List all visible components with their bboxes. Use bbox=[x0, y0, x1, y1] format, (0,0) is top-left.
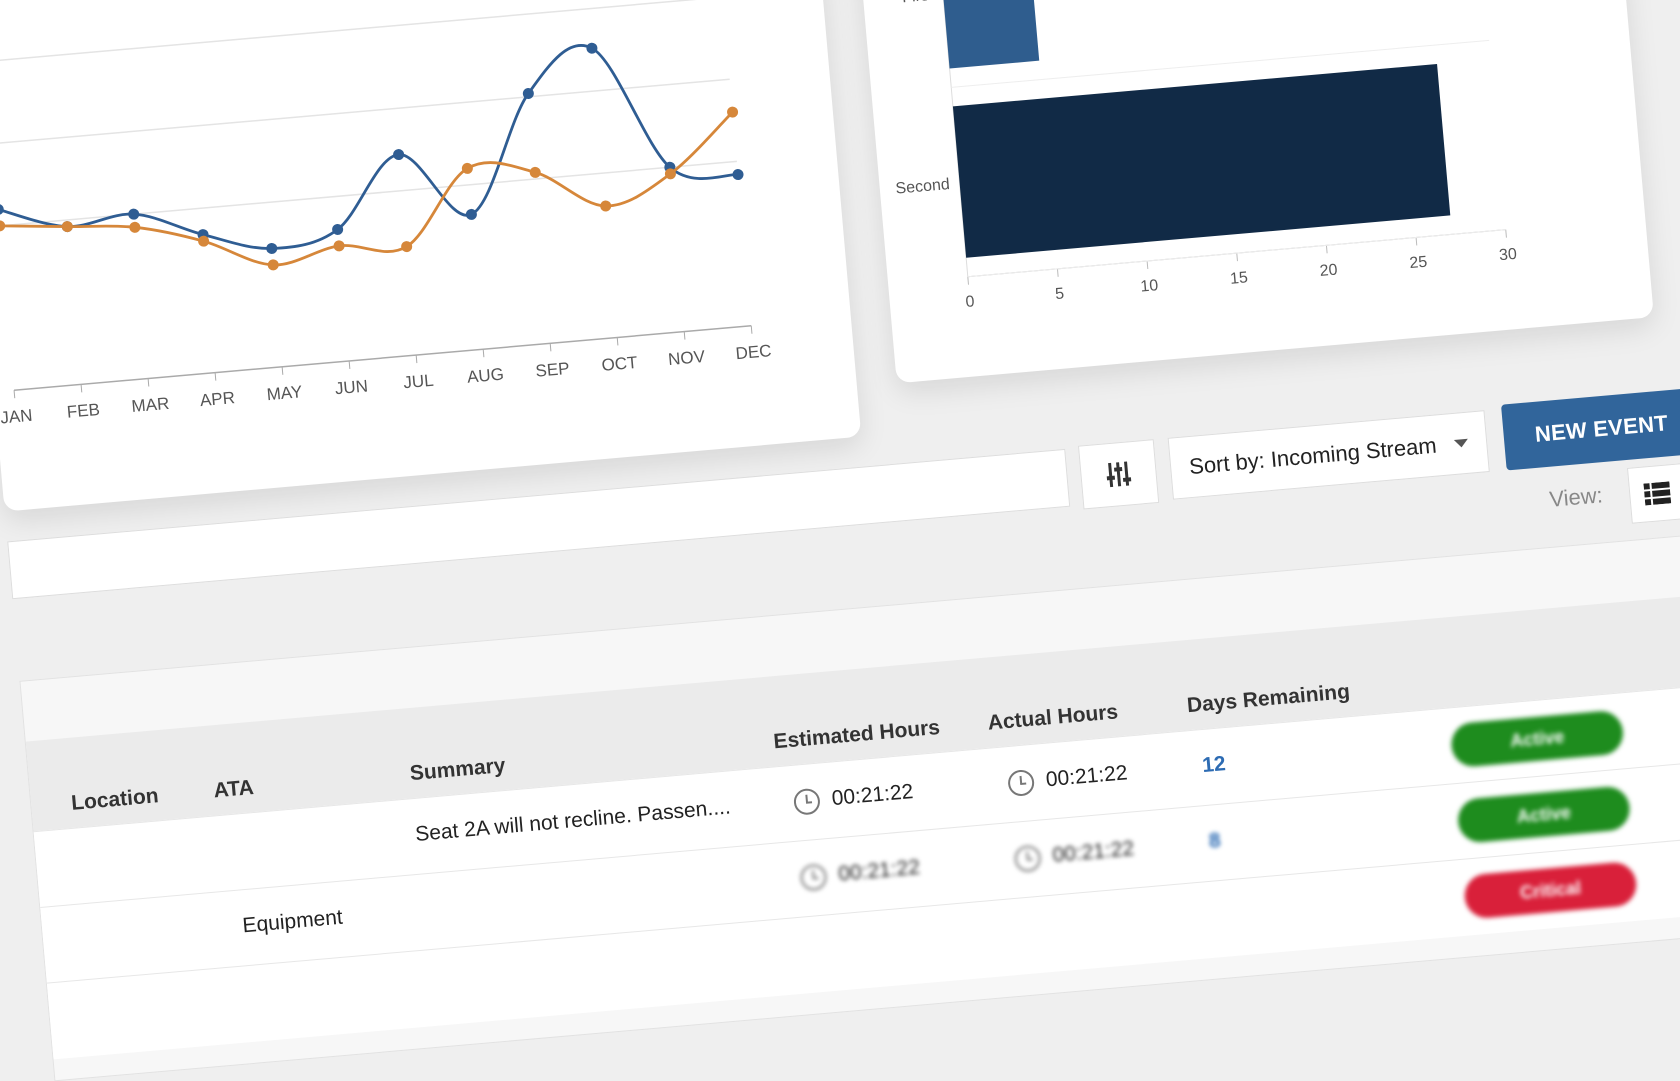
status-badge[interactable]: Active bbox=[1449, 709, 1625, 769]
actual-cell: 00:21:22 bbox=[1007, 761, 1129, 798]
x-tick bbox=[683, 331, 686, 340]
bar-chart: 0 5 10 15 20 25 30 First Second bbox=[895, 0, 1518, 311]
header-days-remaining[interactable]: Days Remaining bbox=[1186, 680, 1351, 718]
sliders-icon bbox=[1106, 461, 1132, 488]
data-point bbox=[128, 208, 140, 220]
data-point bbox=[0, 220, 6, 232]
series-line bbox=[0, 44, 739, 250]
actual-value: 00:21:22 bbox=[1044, 761, 1129, 792]
actual-cell: 00:21:22 bbox=[1013, 836, 1136, 873]
days-remaining-value: 8 bbox=[1207, 828, 1222, 853]
data-point bbox=[333, 240, 345, 252]
data-point bbox=[529, 166, 541, 178]
data-point bbox=[732, 169, 744, 181]
x-tick bbox=[616, 337, 619, 346]
clock-icon bbox=[799, 863, 828, 892]
events-table: Location ATA Summary Estimated Hours Act… bbox=[19, 527, 1680, 1081]
sort-label: Sort by: Incoming Stream bbox=[1188, 432, 1438, 480]
new-event-button[interactable]: NEW EVENT bbox=[1500, 387, 1680, 471]
x-tick-label: FEB bbox=[66, 400, 101, 422]
x-tick-label: JUN bbox=[334, 376, 369, 398]
status-badge[interactable]: Active bbox=[1456, 785, 1632, 844]
header-ata[interactable]: ATA bbox=[213, 776, 255, 803]
x-tick bbox=[482, 349, 485, 358]
list-view-icon bbox=[1643, 481, 1672, 506]
actual-value: 00:21:22 bbox=[1051, 836, 1136, 868]
dashboard-stage: JAN FEB MAR APR MAY JUN JUL AUG SEP OCT NOV DEC 0 5 1… bbox=[0, 0, 1680, 1081]
x-tick-label: DEC bbox=[735, 341, 772, 363]
data-point bbox=[0, 203, 4, 215]
x-tick-label: OCT bbox=[601, 353, 638, 375]
line-chart-card: JAN FEB MAR APR MAY JUN JUL AUG SEP OCT NOV DEC bbox=[0, 0, 862, 512]
x-tick bbox=[1146, 260, 1149, 270]
gridline bbox=[0, 0, 723, 63]
gridline bbox=[0, 78, 730, 145]
x-tick bbox=[80, 384, 83, 393]
x-tick bbox=[750, 325, 753, 334]
x-tick-label: JUL bbox=[403, 371, 435, 393]
x-tick-label: 20 bbox=[1319, 261, 1338, 279]
x-tick-label: 10 bbox=[1140, 277, 1159, 295]
x-tick-label: 15 bbox=[1229, 269, 1248, 287]
status-badge[interactable]: Critical bbox=[1462, 860, 1639, 920]
x-axis-line bbox=[14, 325, 752, 392]
x-tick bbox=[415, 355, 418, 364]
chevron-down-icon bbox=[1453, 438, 1469, 448]
x-tick bbox=[967, 276, 969, 285]
filter-button[interactable] bbox=[1077, 439, 1160, 510]
x-tick-label: 5 bbox=[1055, 285, 1065, 303]
x-tick-label: 25 bbox=[1409, 254, 1428, 272]
header-actual-hours[interactable]: Actual Hours bbox=[987, 700, 1119, 735]
header-estimated-hours[interactable]: Estimated Hours bbox=[773, 716, 941, 754]
list-view-button[interactable] bbox=[1626, 463, 1680, 524]
x-tick bbox=[1505, 229, 1507, 238]
data-point bbox=[61, 221, 73, 233]
location-cell: Equipment bbox=[241, 905, 344, 938]
view-label: View: bbox=[1548, 482, 1604, 512]
estimated-value: 00:21:22 bbox=[830, 780, 915, 811]
x-tick-label: JAN bbox=[0, 406, 33, 428]
x-tick bbox=[13, 390, 16, 399]
x-tick bbox=[1056, 268, 1059, 277]
x-tick bbox=[1236, 253, 1238, 262]
x-tick bbox=[147, 378, 150, 387]
series-line bbox=[0, 111, 734, 267]
x-tick-label: 30 bbox=[1498, 246, 1517, 264]
sort-select[interactable]: Sort by: Incoming Stream bbox=[1167, 410, 1490, 500]
x-tick bbox=[281, 366, 284, 375]
clock-icon bbox=[792, 787, 822, 816]
header-location[interactable]: Location bbox=[70, 784, 159, 816]
x-tick-label: MAR bbox=[131, 394, 170, 416]
x-tick bbox=[1325, 245, 1328, 254]
data-point bbox=[129, 221, 141, 233]
days-remaining-value: 12 bbox=[1201, 752, 1227, 778]
header-summary[interactable]: Summary bbox=[409, 754, 506, 786]
x-tick-label: NOV bbox=[667, 347, 706, 369]
x-tick bbox=[1415, 237, 1418, 246]
data-point bbox=[393, 149, 405, 161]
estimated-cell: 00:21:22 bbox=[799, 855, 921, 892]
x-tick bbox=[214, 372, 217, 381]
x-tick-label: 0 bbox=[965, 293, 975, 311]
category-label: First bbox=[901, 0, 934, 6]
data-point bbox=[266, 242, 278, 254]
line-chart: JAN FEB MAR APR MAY JUN JUL AUG SEP OCT NOV DEC bbox=[0, 0, 772, 428]
category-label: Second bbox=[895, 176, 951, 198]
x-tick bbox=[348, 360, 351, 369]
bar bbox=[952, 63, 1451, 258]
data-point bbox=[267, 259, 279, 271]
estimated-cell: 00:21:22 bbox=[792, 779, 915, 816]
clock-icon bbox=[1007, 768, 1036, 798]
clock-icon bbox=[1013, 844, 1042, 873]
bar-chart-card: 0 5 10 15 20 25 30 First Second bbox=[851, 0, 1654, 384]
x-tick-label: SEP bbox=[535, 359, 571, 381]
x-tick bbox=[549, 343, 552, 352]
x-tick-label: MAY bbox=[266, 382, 303, 404]
bar bbox=[936, 0, 1040, 69]
x-tick-label: AUG bbox=[466, 365, 504, 387]
data-point bbox=[600, 200, 612, 212]
summary-cell: Seat 2A will not recline. Passen.... bbox=[414, 795, 732, 846]
estimated-value: 00:21:22 bbox=[837, 855, 921, 886]
x-tick-label: APR bbox=[199, 388, 235, 410]
